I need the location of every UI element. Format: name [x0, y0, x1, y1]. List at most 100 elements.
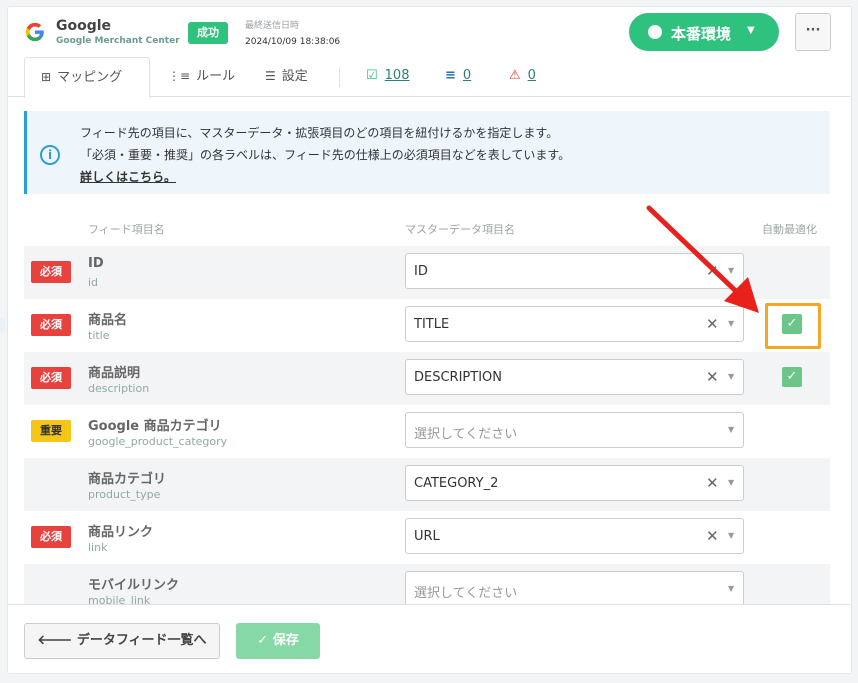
clear-icon[interactable]: ✕: [706, 262, 719, 280]
table-row: 必須 商品リンク link URL ✕ ▼: [24, 511, 830, 564]
master-field-select[interactable]: CATEGORY_2 ✕ ▼: [405, 465, 744, 501]
status-dot-icon: [648, 25, 662, 39]
mapping-panel: Google Google Merchant Center 成功 最終送信日時 …: [7, 6, 852, 674]
mapping-icon: ⊞: [41, 70, 52, 84]
info-icon: i: [40, 145, 60, 165]
clear-icon[interactable]: ✕: [706, 315, 719, 333]
master-field-select[interactable]: URL ✕ ▼: [405, 518, 744, 554]
tab-bar: ⊞ マッピング ⋮≡ ルール ☰ 設定 ☑ 108 ≡ 0 ⚠ 0: [8, 57, 851, 98]
feed-field-name: 商品カテゴリ: [88, 472, 167, 487]
required-badge: 必須: [31, 526, 71, 548]
brand-subtitle: Google Merchant Center: [56, 36, 180, 46]
master-field-select[interactable]: 選択してください ▼: [405, 412, 744, 448]
footer: 🡐 データフィード一覧へ ✓ 保存: [8, 604, 851, 673]
master-field-select[interactable]: ID ✕ ▼: [405, 253, 744, 289]
select-value: ID: [414, 264, 428, 279]
select-value: TITLE: [414, 317, 450, 332]
check-icon: ✓: [257, 633, 273, 648]
feed-field-key: description: [88, 382, 150, 395]
save-button[interactable]: ✓ 保存: [236, 623, 320, 659]
ok-count: 108: [384, 68, 410, 83]
table-row: 商品カテゴリ product_type CATEGORY_2 ✕ ▼: [24, 458, 830, 511]
feed-field-name: 商品名: [88, 313, 128, 328]
column-header-auto: 自動最適化: [762, 223, 817, 236]
caret-down-icon: ▼: [728, 425, 735, 434]
select-placeholder: 選択してください: [414, 427, 518, 442]
last-sent-label: 最終送信日時: [245, 21, 300, 31]
tab-mapping-label: マッピング: [57, 70, 123, 85]
feed-field-key: product_type: [88, 488, 161, 501]
select-placeholder: 選択してください: [414, 586, 518, 601]
tab-rule[interactable]: ⋮≡ ルール: [168, 57, 235, 97]
google-logo-icon: [25, 22, 44, 42]
feed-field-name: Google 商品カテゴリ: [88, 419, 222, 434]
environment-dropdown-button[interactable]: 本番環境 ▼: [629, 13, 779, 51]
check-list-icon: ☑: [366, 68, 378, 83]
caret-down-icon: ▼: [728, 266, 735, 275]
feed-field-name: 商品説明: [88, 366, 141, 381]
clear-icon[interactable]: ✕: [706, 474, 719, 492]
clear-icon[interactable]: ✕: [706, 368, 719, 386]
master-field-select[interactable]: TITLE ✕ ▼: [405, 306, 744, 342]
tab-divider: [339, 67, 340, 87]
table-row: 必須 ID id ID ✕ ▼: [24, 246, 830, 299]
tab-mapping[interactable]: ⊞ マッピング: [24, 57, 150, 98]
column-header-feed: フィード項目名: [88, 223, 165, 236]
edge-handle: [0, 318, 5, 332]
info-text-line1: フィード先の項目に、マスターデータ・拡張項目のどの項目を紐付けるかを指定します。: [80, 126, 559, 140]
rule-tree-icon: ⋮≡: [168, 69, 191, 83]
alert-triangle-icon: ⚠: [509, 68, 521, 83]
table-row: 必須 商品名 title TITLE ✕ ▼ ✓: [24, 299, 830, 352]
caret-down-icon: ▼: [728, 319, 735, 328]
arrow-left-icon: 🡐: [37, 633, 77, 648]
feed-field-key: google_product_category: [88, 435, 228, 448]
more-options-button[interactable]: ···: [795, 13, 831, 51]
feed-field-name: ID: [88, 256, 104, 271]
details-link[interactable]: 詳しくはこちら。: [80, 168, 176, 185]
environment-label: 本番環境: [671, 25, 732, 43]
info-box: i フィード先の項目に、マスターデータ・拡張項目のどの項目を紐付けるかを指定しま…: [24, 111, 830, 194]
warning-count-link[interactable]: ≡ 0: [445, 57, 471, 97]
info-text-line2: 「必須・重要・推奨」の各ラベルは、フィード先の仕様上の必須項目などを表しています…: [80, 148, 571, 162]
error-count-link[interactable]: ⚠ 0: [509, 57, 536, 97]
auto-optimize-checkbox[interactable]: ✓: [782, 367, 802, 387]
table-row: 重要 Google 商品カテゴリ google_product_category…: [24, 405, 830, 458]
select-value: CATEGORY_2: [414, 476, 499, 491]
tab-setting-label: 設定: [281, 69, 308, 84]
brand-name: Google: [56, 18, 112, 34]
required-badge: 必須: [31, 261, 71, 283]
back-label: データフィード一覧へ: [76, 633, 207, 648]
feed-field-key: id: [88, 276, 99, 289]
select-value: DESCRIPTION: [414, 370, 502, 385]
select-value: URL: [414, 529, 440, 544]
caret-down-icon: ▼: [728, 478, 735, 487]
feed-field-key: link: [88, 541, 108, 554]
feed-field-name: 商品リンク: [88, 525, 154, 540]
required-badge: 必須: [31, 314, 71, 336]
warning-count: 0: [462, 68, 472, 83]
column-header-master: マスターデータ項目名: [405, 223, 515, 236]
save-label: 保存: [272, 633, 299, 648]
list-x-icon: ≡: [445, 68, 456, 83]
feed-field-key: title: [88, 329, 110, 342]
caret-down-icon: ▼: [728, 584, 735, 593]
caret-down-icon: ▼: [728, 531, 735, 540]
tab-rule-label: ルール: [196, 69, 236, 84]
table-row: 必須 商品説明 description DESCRIPTION ✕ ▼ ✓: [24, 352, 830, 405]
master-field-select[interactable]: DESCRIPTION ✕ ▼: [405, 359, 744, 395]
last-sent-value: 2024/10/09 18:38:06: [245, 37, 341, 47]
feed-field-name: モバイルリンク: [88, 578, 180, 593]
master-field-select[interactable]: 選択してください ▼: [405, 571, 744, 607]
caret-down-icon: ▼: [747, 25, 755, 36]
caret-down-icon: ▼: [728, 372, 735, 381]
back-to-list-button[interactable]: 🡐 データフィード一覧へ: [24, 623, 220, 659]
sliders-icon: ☰: [265, 69, 276, 83]
tab-setting[interactable]: ☰ 設定: [265, 57, 308, 97]
important-badge: 重要: [31, 420, 71, 442]
required-badge: 必須: [31, 367, 71, 389]
status-badge: 成功: [188, 22, 228, 44]
highlight-box: [765, 303, 821, 349]
ok-count-link[interactable]: ☑ 108: [366, 57, 409, 97]
error-count: 0: [527, 68, 536, 83]
clear-icon[interactable]: ✕: [706, 527, 719, 545]
